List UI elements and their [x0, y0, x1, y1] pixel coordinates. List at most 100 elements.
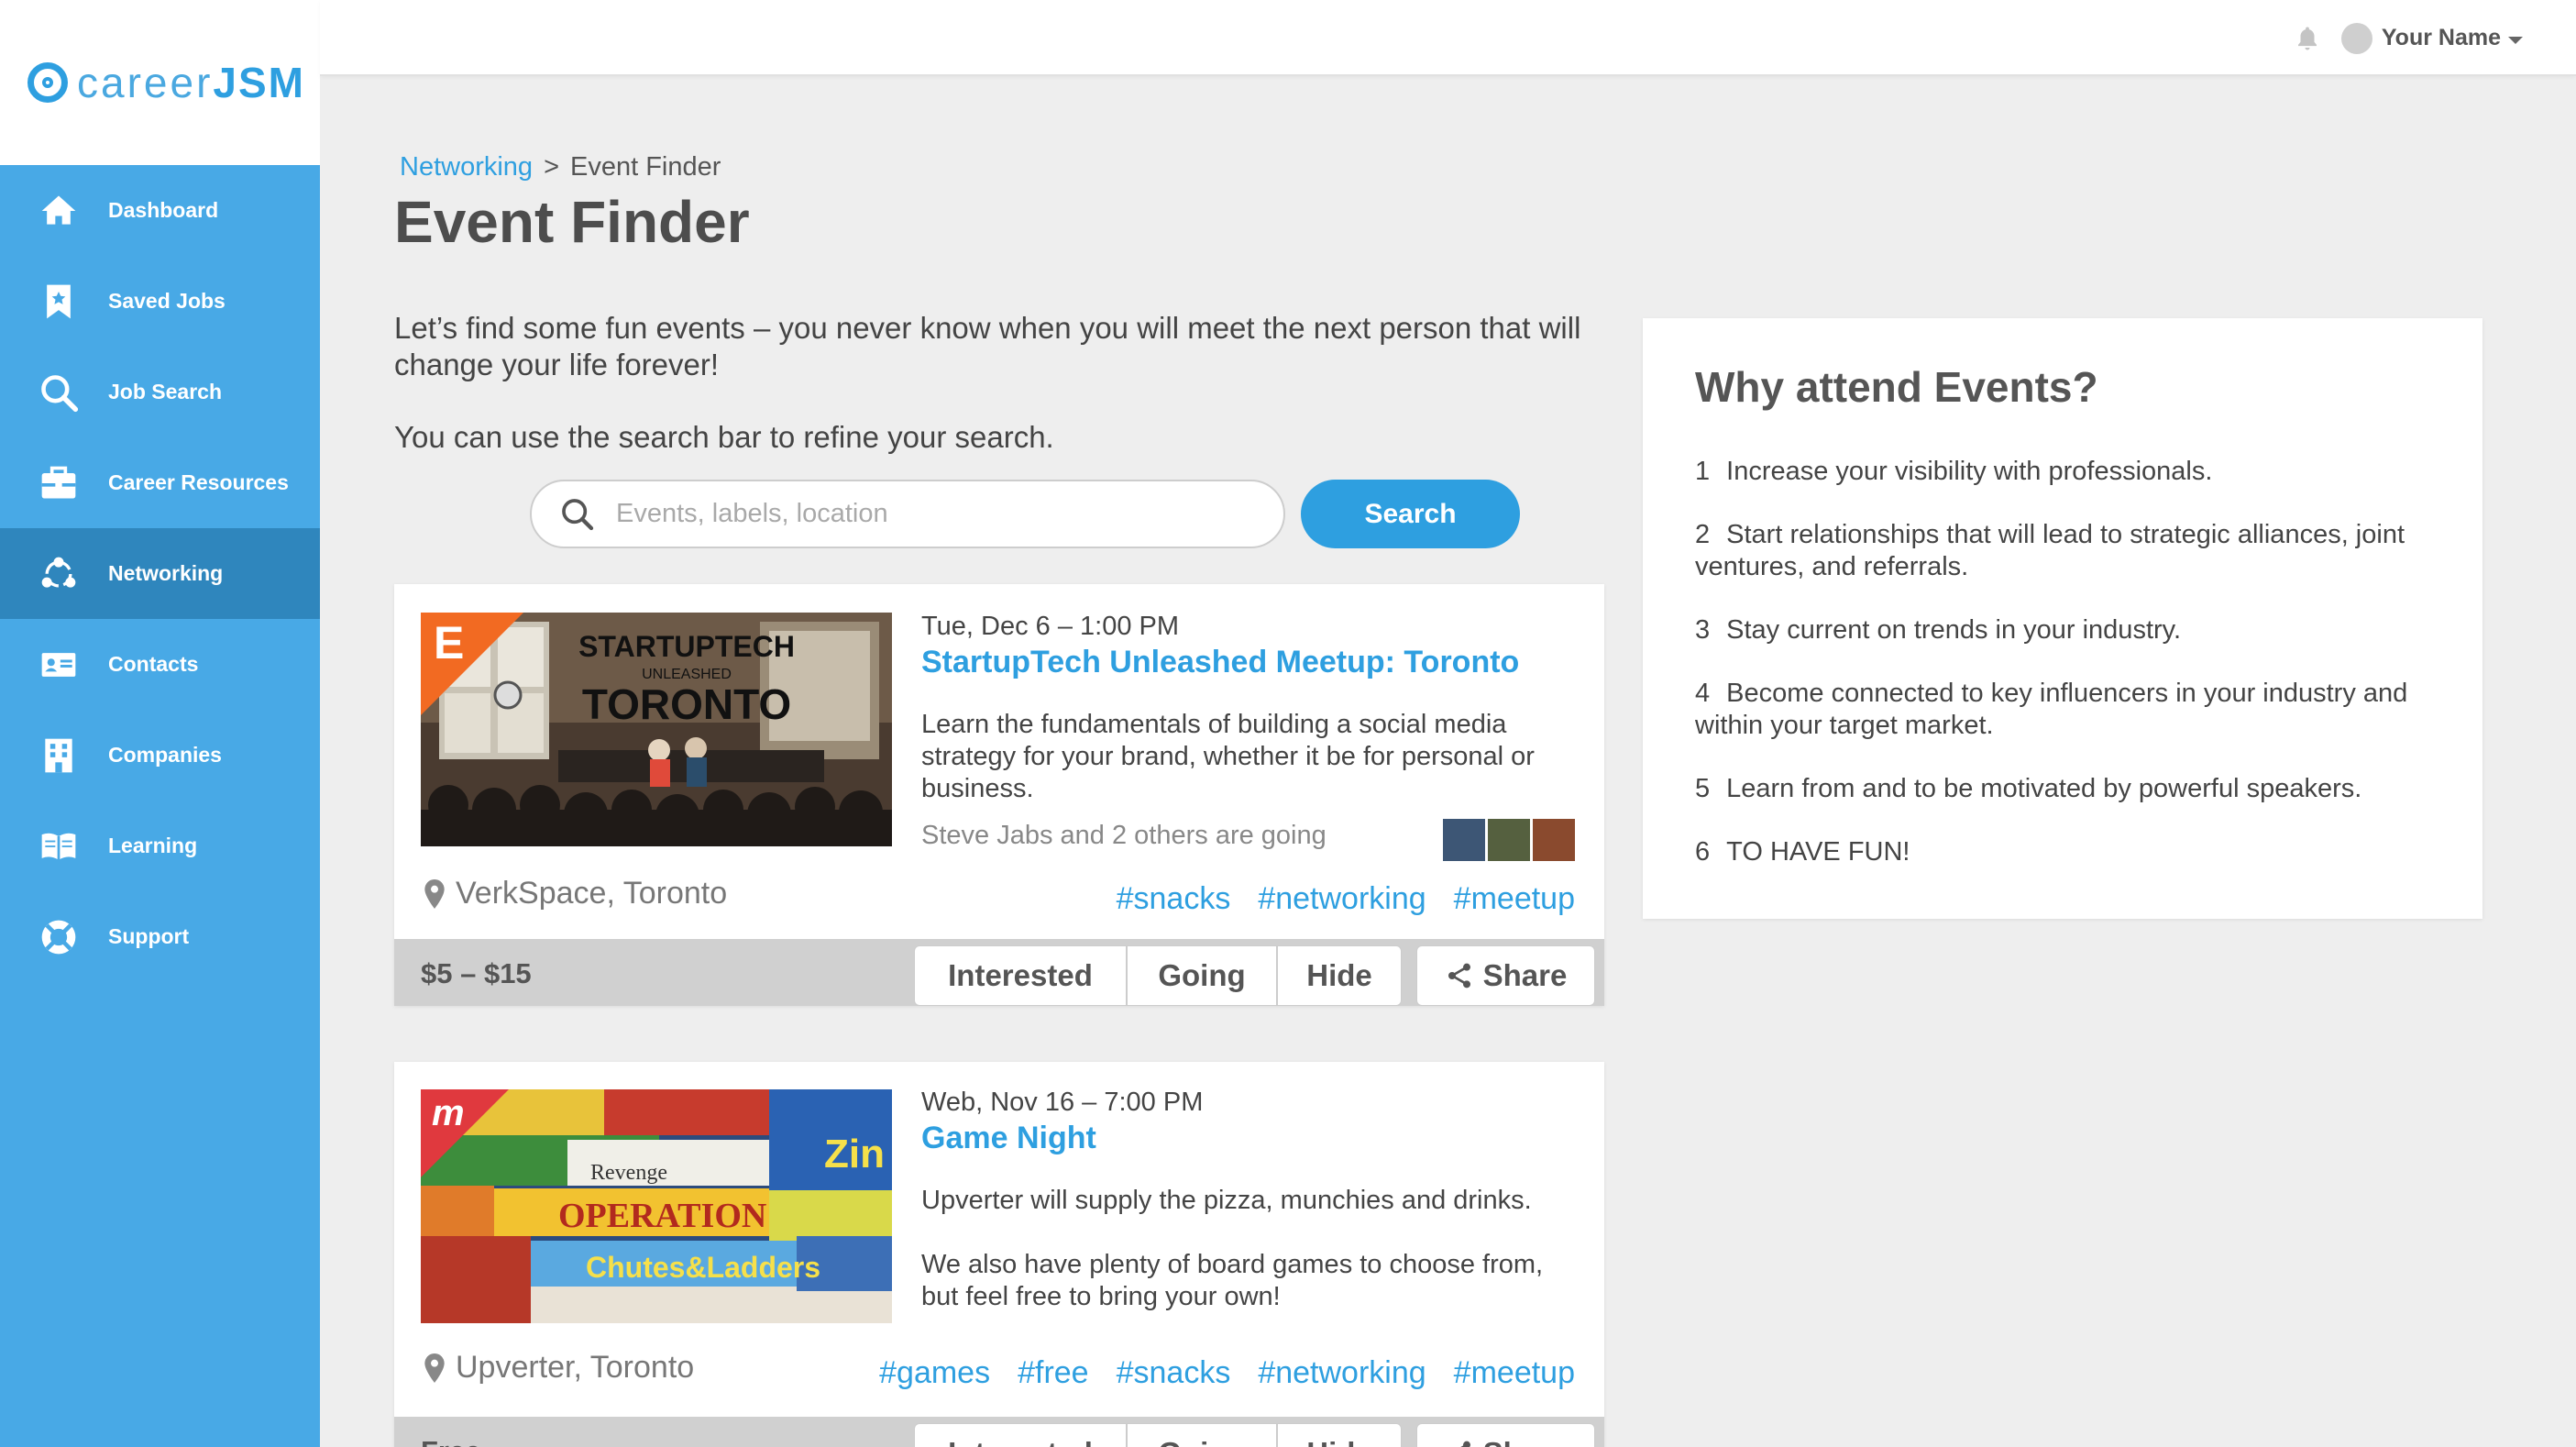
- event-tags: #games #free #snacks #networking #meetup: [879, 1355, 1575, 1391]
- network-icon: [37, 552, 81, 596]
- list-item-text: Learn from and to be motivated by powerf…: [1726, 774, 2362, 803]
- hide-button[interactable]: Hide: [1277, 1423, 1402, 1447]
- search-input[interactable]: [616, 499, 1239, 529]
- event-actions: Interested Going Hide Share: [914, 945, 1595, 1006]
- list-item-number: 1: [1695, 457, 1711, 486]
- list-item-number: 5: [1695, 774, 1711, 803]
- event-tags: #snacks #networking #meetup: [1117, 881, 1575, 917]
- tag-link[interactable]: #networking: [1258, 1355, 1426, 1391]
- sidebar-item-label: Job Search: [108, 380, 222, 403]
- event-location: Upverter, Toronto: [424, 1350, 694, 1386]
- location-pin-icon: [424, 1353, 445, 1383]
- sidebar-item-label: Saved Jobs: [108, 289, 226, 313]
- list-item: 3 Stay current on trends in your industry…: [1695, 614, 2428, 646]
- search-button[interactable]: Search: [1301, 480, 1520, 548]
- tag-link[interactable]: #free: [1018, 1355, 1089, 1391]
- sidebar-item-contacts[interactable]: Contacts: [0, 619, 320, 710]
- sidebar-item-support[interactable]: Support: [0, 891, 320, 982]
- sidebar-item-label: Support: [108, 924, 190, 948]
- attendees-text: Steve Jabs and 2 others are going: [921, 821, 1327, 850]
- tag-link[interactable]: #games: [879, 1355, 990, 1391]
- breadcrumb: Networking > Event Finder: [400, 152, 721, 182]
- attendee-avatars[interactable]: [1443, 819, 1575, 861]
- event-location: VerkSpace, Toronto: [424, 876, 727, 911]
- search-hint-text: You can use the search bar to refine you…: [394, 420, 1054, 454]
- bookmark-icon: [37, 280, 81, 324]
- lifebuoy-icon: [37, 915, 81, 959]
- logo-icon: [28, 62, 68, 103]
- sidebar-item-label: Companies: [108, 743, 222, 767]
- breadcrumb-separator: >: [544, 152, 559, 182]
- list-item-number: 3: [1695, 615, 1711, 645]
- event-image-text-line1: STARTUPTECH: [578, 630, 795, 663]
- interested-button[interactable]: Interested: [914, 1423, 1127, 1447]
- top-bar: Your Name: [320, 0, 2576, 76]
- event-image[interactable]: Revenge OPERATION Chutes&Ladders Zin m: [421, 1089, 892, 1323]
- tag-link[interactable]: #meetup: [1454, 1355, 1575, 1391]
- hide-button[interactable]: Hide: [1277, 945, 1402, 1006]
- event-card-footer: $5 – $15 Interested Going Hide Share: [394, 939, 1604, 1006]
- why-attend-panel: Why attend Events? 1 Increase your visibi…: [1643, 318, 2482, 919]
- notifications-bell-icon[interactable]: [2294, 25, 2321, 52]
- list-item-text: Increase your visibility with profession…: [1726, 457, 2213, 486]
- intro-text: Let’s find some fun events – you never k…: [394, 311, 1581, 381]
- breadcrumb-link-networking[interactable]: Networking: [400, 152, 533, 182]
- sidebar-item-label: Learning: [108, 834, 198, 857]
- share-icon: [1448, 963, 1470, 989]
- sidebar-item-learning[interactable]: Learning: [0, 801, 320, 891]
- tag-link[interactable]: #meetup: [1454, 881, 1575, 917]
- list-item-number: 4: [1695, 679, 1711, 708]
- share-button[interactable]: Share: [1416, 1423, 1595, 1447]
- sidebar-item-companies[interactable]: Companies: [0, 710, 320, 801]
- list-item: 2 Start relationships that will lead to s…: [1695, 519, 2428, 583]
- logo[interactable]: careerJSM: [0, 0, 320, 165]
- event-image[interactable]: STARTUPTECH UNLEASHED TORONTO E: [421, 613, 892, 846]
- sidebar-item-networking[interactable]: Networking: [0, 528, 320, 619]
- chevron-down-icon[interactable]: [2508, 36, 2523, 44]
- event-title[interactable]: Game Night: [921, 1121, 1096, 1156]
- game-box-text: OPERATION: [558, 1197, 766, 1235]
- event-actions: Interested Going Hide Share: [914, 1423, 1595, 1447]
- sidebar-item-label: Networking: [108, 561, 224, 585]
- event-date: Tue, Dec 6 – 1:00 PM: [921, 612, 1180, 641]
- search-icon: [37, 370, 81, 414]
- list-item-number: 2: [1695, 520, 1711, 549]
- sidebar: careerJSM Dashboard Saved Jobs Job Searc…: [0, 0, 320, 1447]
- share-button[interactable]: Share: [1416, 945, 1595, 1006]
- event-image-text-line3: TORONTO: [582, 680, 791, 728]
- list-item-text: Start relationships that will lead to st…: [1695, 520, 2405, 581]
- tag-link[interactable]: #networking: [1258, 881, 1426, 917]
- sidebar-item-job-search[interactable]: Job Search: [0, 347, 320, 437]
- tag-link[interactable]: #snacks: [1117, 1355, 1231, 1391]
- sidebar-item-career-resources[interactable]: Career Resources: [0, 437, 320, 528]
- attendee-avatar: [1488, 819, 1530, 861]
- eventbrite-icon: E: [434, 617, 465, 668]
- event-description: We also have plenty of board games to ch…: [921, 1250, 1544, 1311]
- list-item: 5 Learn from and to be motivated by power…: [1695, 773, 2428, 805]
- event-title[interactable]: StartupTech Unleashed Meetup: Toronto: [921, 645, 1519, 680]
- sidebar-item-label: Dashboard: [108, 198, 219, 222]
- going-button[interactable]: Going: [1127, 945, 1277, 1006]
- game-box-text: Revenge: [590, 1161, 667, 1185]
- sidebar-item-label: Contacts: [108, 652, 199, 676]
- attendee-avatar: [1533, 819, 1575, 861]
- tag-link[interactable]: #snacks: [1117, 881, 1231, 917]
- game-box-text: Chutes&Ladders: [586, 1251, 820, 1284]
- book-icon: [37, 824, 81, 868]
- going-button[interactable]: Going: [1127, 1423, 1277, 1447]
- list-item: 4 Become connected to key influencers in …: [1695, 678, 2428, 742]
- list-item-text: Become connected to key influencers in y…: [1695, 679, 2408, 740]
- avatar[interactable]: [2340, 22, 2372, 54]
- attendee-avatar: [1443, 819, 1485, 861]
- location-pin-icon: [424, 878, 445, 909]
- list-item: 1 Increase your visibility with professio…: [1695, 456, 2428, 488]
- list-item-text: Stay current on trends in your industry.: [1726, 615, 2182, 645]
- search-field[interactable]: [530, 480, 1285, 548]
- user-name[interactable]: Your Name: [2382, 25, 2501, 51]
- sidebar-item-dashboard[interactable]: Dashboard: [0, 165, 320, 256]
- share-label: Share: [1482, 958, 1568, 992]
- page-title: Event Finder: [394, 189, 750, 255]
- sidebar-item-saved-jobs[interactable]: Saved Jobs: [0, 256, 320, 347]
- interested-button[interactable]: Interested: [914, 945, 1127, 1006]
- logo-text: careerJSM: [77, 59, 305, 106]
